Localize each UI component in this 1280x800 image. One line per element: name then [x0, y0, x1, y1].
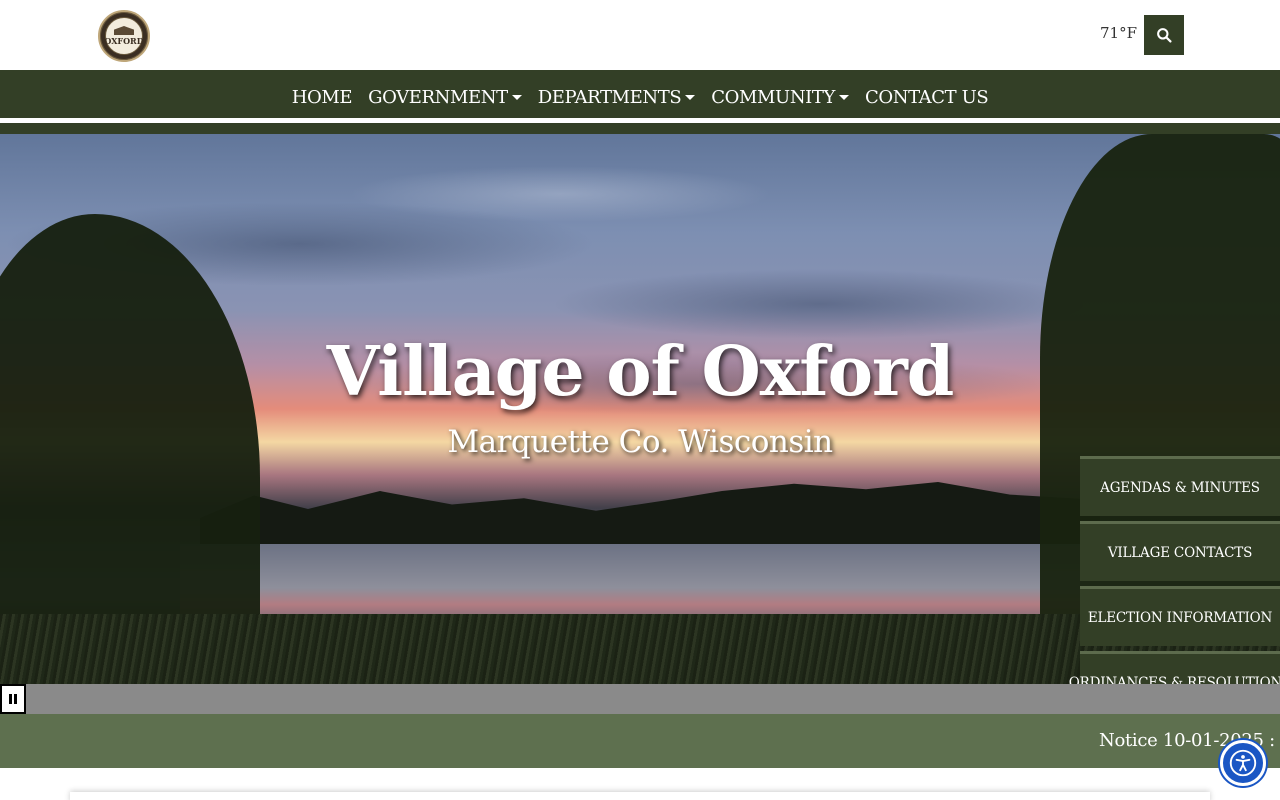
accessibility-button[interactable]: [1220, 740, 1266, 786]
quick-link-agendas-minutes[interactable]: AGENDAS & MINUTES: [1080, 456, 1280, 516]
hero-subtitle: Marquette Co. Wisconsin: [447, 424, 833, 460]
nav-label: DEPARTMENTS: [537, 87, 682, 108]
quick-links: AGENDAS & MINUTES VILLAGE CONTACTS ELECT…: [1069, 456, 1280, 684]
quick-link-village-contacts[interactable]: VILLAGE CONTACTS: [1080, 521, 1280, 581]
nav-label: HOME: [291, 87, 353, 108]
pause-icon: [14, 694, 17, 704]
hero-title: Village of Oxford: [326, 332, 955, 412]
building-icon: [114, 26, 134, 35]
quick-link-ordinances-resolutions[interactable]: ORDINANCES & RESOLUTIONS: [1069, 651, 1280, 684]
hero-slider: Village of Oxford Marquette Co. Wisconsi…: [0, 134, 1280, 684]
nav-divider: [0, 118, 1280, 123]
search-icon: [1156, 27, 1172, 43]
caret-down-icon: [685, 95, 696, 100]
village-logo[interactable]: OXFORD: [98, 10, 150, 62]
nav-label: GOVERNMENT: [368, 87, 508, 108]
weather-widget: 71°F: [1100, 24, 1137, 42]
logo-text: OXFORD: [104, 36, 144, 46]
main-nav: HOME GOVERNMENT DEPARTMENTS COMMUNITY CO…: [0, 70, 1280, 134]
notice-ticker: Notice 10-01-2025 : You: [0, 714, 1280, 768]
pause-button[interactable]: [0, 684, 26, 714]
nav-label: CONTACT US: [864, 87, 989, 108]
nav-item-community[interactable]: COMMUNITY: [711, 87, 849, 108]
quick-link-election-information[interactable]: ELECTION INFORMATION: [1080, 586, 1280, 646]
search-button[interactable]: [1144, 15, 1184, 55]
nav-item-government[interactable]: GOVERNMENT: [368, 87, 522, 108]
nav-item-home[interactable]: HOME: [291, 87, 353, 108]
caret-down-icon: [511, 95, 522, 100]
nav-label: COMMUNITY: [711, 87, 835, 108]
pause-icon: [9, 694, 12, 704]
slider-controls: [0, 684, 1280, 714]
logo-seal: OXFORD: [104, 17, 144, 55]
nav-item-departments[interactable]: DEPARTMENTS: [538, 87, 696, 108]
content-card: [70, 792, 1210, 800]
nav-item-contact-us[interactable]: CONTACT US: [864, 87, 989, 108]
accessibility-icon: [1229, 749, 1257, 777]
site-header: OXFORD 71°F: [0, 0, 1280, 70]
caret-down-icon: [838, 95, 849, 100]
